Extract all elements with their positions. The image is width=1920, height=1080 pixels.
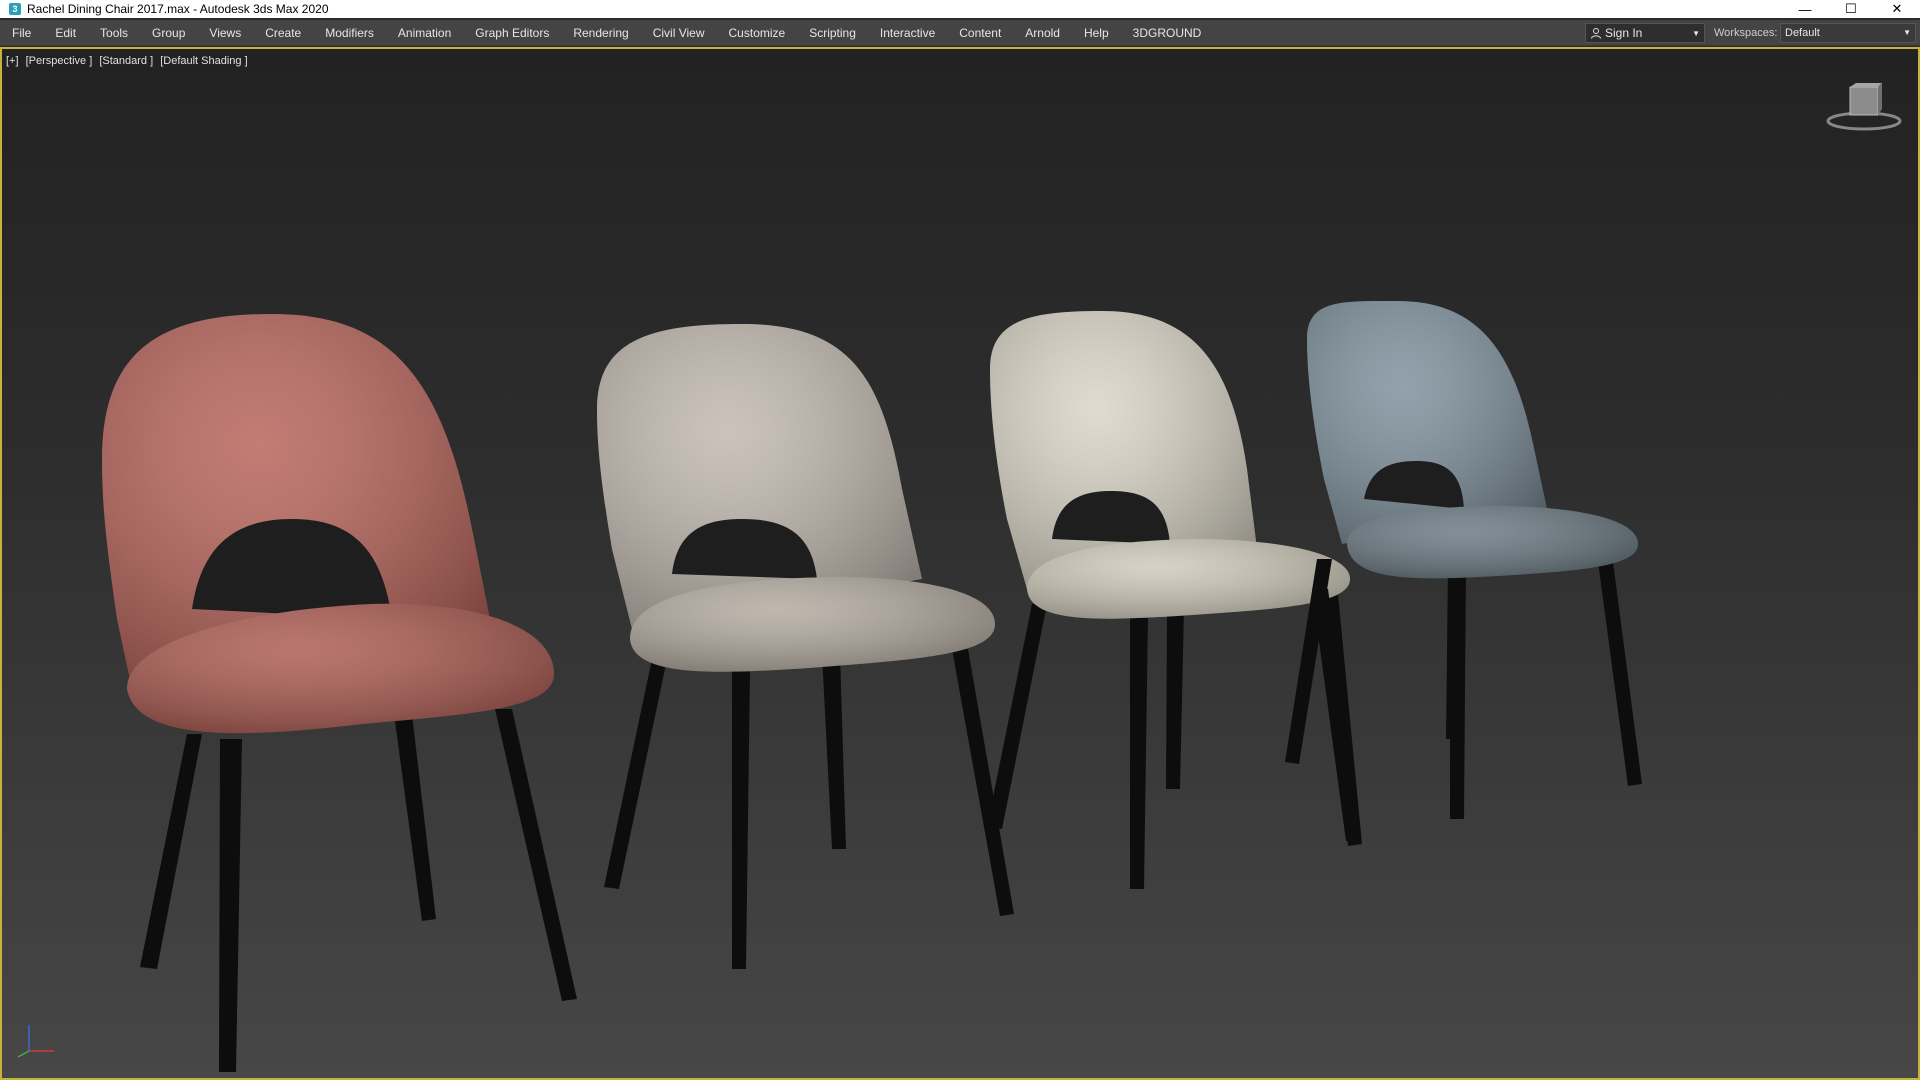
close-button[interactable]: ✕ <box>1874 0 1920 18</box>
menu-customize[interactable]: Customize <box>717 20 798 46</box>
menu-tools[interactable]: Tools <box>88 20 140 46</box>
menu-arnold[interactable]: Arnold <box>1013 20 1072 46</box>
menu-edit[interactable]: Edit <box>43 20 88 46</box>
menu-rendering[interactable]: Rendering <box>561 20 640 46</box>
scene-render[interactable] <box>2 49 1918 1078</box>
chair-terracotta[interactable] <box>102 314 577 1072</box>
sign-in-label: Sign In <box>1605 26 1643 40</box>
perspective-viewport[interactable]: [+] [Perspective ] [Standard ] [Default … <box>0 47 1920 1080</box>
workspace-value: Default <box>1785 27 1820 39</box>
workspaces-label: Workspaces: <box>1714 27 1778 39</box>
chevron-down-icon: ▼ <box>1692 29 1700 38</box>
menu-group[interactable]: Group <box>140 20 197 46</box>
chevron-down-icon: ▼ <box>1903 28 1911 37</box>
menu-content[interactable]: Content <box>947 20 1013 46</box>
menu-create[interactable]: Create <box>253 20 313 46</box>
sign-in-dropdown[interactable]: Sign In ▼ <box>1585 23 1705 43</box>
viewcube-icon[interactable] <box>1824 83 1904 133</box>
main-menu-bar: File Edit Tools Group Views Create Modif… <box>0 20 1920 46</box>
user-icon <box>1591 28 1601 39</box>
menu-civil-view[interactable]: Civil View <box>641 20 717 46</box>
menu-modifiers[interactable]: Modifiers <box>313 20 386 46</box>
window-controls: — ☐ ✕ <box>1782 0 1920 18</box>
window-title: Rachel Dining Chair 2017.max - Autodesk … <box>27 2 329 16</box>
menu-scripting[interactable]: Scripting <box>797 20 868 46</box>
menu-graph-editors[interactable]: Graph Editors <box>463 20 561 46</box>
menu-help[interactable]: Help <box>1072 20 1121 46</box>
menu-views[interactable]: Views <box>197 20 253 46</box>
menu-interactive[interactable]: Interactive <box>868 20 947 46</box>
axis-tripod-icon <box>17 1025 54 1058</box>
maximize-button[interactable]: ☐ <box>1828 0 1874 18</box>
menu-file[interactable]: File <box>0 20 43 46</box>
menu-3dground[interactable]: 3DGROUND <box>1121 20 1214 46</box>
window-title-bar: 3 Rachel Dining Chair 2017.max - Autodes… <box>0 0 1920 18</box>
minimize-button[interactable]: — <box>1782 0 1828 18</box>
chair-taupe[interactable] <box>597 324 1014 969</box>
menu-animation[interactable]: Animation <box>386 20 463 46</box>
3dsmax-app-icon: 3 <box>9 3 21 15</box>
workspace-select[interactable]: Default ▼ <box>1780 23 1916 43</box>
chair-cream[interactable] <box>987 311 1362 889</box>
